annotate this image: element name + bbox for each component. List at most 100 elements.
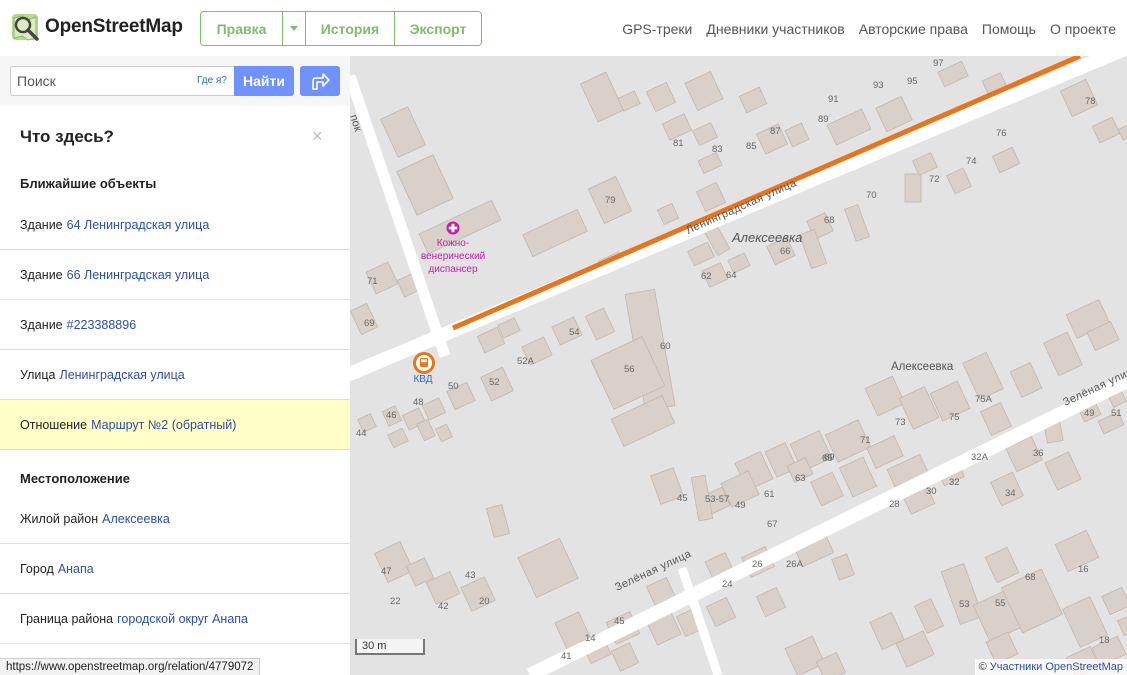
- nearby-item-link[interactable]: #223388896: [67, 318, 137, 332]
- nav-diaries[interactable]: Дневники участников: [706, 21, 844, 37]
- directions-button[interactable]: [300, 66, 340, 96]
- status-url: https://www.openstreetmap.org/relation/4…: [6, 661, 254, 673]
- attribution-link[interactable]: Участники OpenStreetMap: [990, 661, 1123, 673]
- bus-icon: [420, 358, 428, 367]
- nearby-item-link[interactable]: Ленинградская улица: [60, 368, 185, 382]
- location-item[interactable]: Граница района городской округ Анапа: [0, 594, 350, 644]
- house-number: 18: [1099, 635, 1110, 646]
- bus-stop-label: КВД: [413, 374, 432, 385]
- house-number: 30: [926, 486, 937, 497]
- house-number: 66: [780, 246, 791, 257]
- search-bar: Где я? Найти: [0, 56, 350, 106]
- house-number: 67: [767, 519, 778, 530]
- house-number: 75А: [975, 394, 993, 405]
- location-item-link[interactable]: Анапа: [58, 562, 94, 576]
- poi-name: Кожно-: [437, 238, 469, 249]
- building: [584, 307, 616, 341]
- location-item-link[interactable]: городской округ Анапа: [117, 612, 248, 626]
- nav-help[interactable]: Помощь: [982, 21, 1036, 37]
- house-number: 74: [966, 156, 977, 167]
- nearby-item-link[interactable]: Маршрут №2 (обратный): [91, 418, 236, 432]
- location-item-link[interactable]: Алексеевка: [102, 512, 170, 526]
- building: [866, 435, 904, 469]
- building: [1091, 116, 1121, 144]
- house-number: 71: [367, 276, 378, 287]
- building: [875, 95, 913, 133]
- nav-copyright[interactable]: Авторские права: [859, 21, 968, 37]
- find-button[interactable]: Найти: [234, 66, 294, 96]
- nearby-item-link[interactable]: 64 Ленинградская улица: [67, 218, 210, 232]
- scale-label: 30 m: [362, 640, 387, 652]
- house-number: 79: [605, 195, 616, 206]
- sidebar: Где я? Найти Что здесь? × Ближайшие объе…: [0, 56, 350, 675]
- buildings-layer: [350, 60, 1127, 675]
- house-number: 60: [660, 341, 671, 352]
- house-number: 95: [907, 76, 918, 87]
- building: [692, 121, 718, 147]
- nearby-item-type: Здание: [20, 267, 63, 282]
- house-number: 47: [381, 566, 392, 577]
- house-number: 93: [873, 80, 884, 91]
- location-item[interactable]: Город Анапа: [0, 544, 350, 594]
- house-number: 81: [673, 138, 684, 149]
- house-number: 64: [726, 270, 737, 281]
- building: [684, 70, 724, 112]
- house-number: 89: [818, 114, 829, 125]
- building: [864, 375, 906, 417]
- house-number: 41: [561, 651, 572, 662]
- export-button[interactable]: Экспорт: [395, 12, 481, 45]
- nav-gps-traces[interactable]: GPS-треки: [622, 21, 692, 37]
- building: [946, 167, 972, 195]
- house-number: 24: [722, 579, 733, 590]
- nearby-item-type: Здание: [20, 317, 63, 332]
- where-am-i-link[interactable]: Где я?: [197, 75, 227, 86]
- building: [687, 241, 715, 267]
- nearby-heading: Ближайшие объекты: [20, 176, 157, 191]
- edit-dropdown-button[interactable]: [283, 12, 306, 45]
- edit-history-export-group: Правка История Экспорт: [200, 11, 482, 46]
- house-number: 45: [677, 493, 688, 504]
- house-number: 78: [1085, 96, 1096, 107]
- house-number: 62: [701, 271, 712, 282]
- nearby-item[interactable]: Здание 66 Ленинградская улица: [0, 250, 350, 300]
- location-item[interactable]: Жилой район Алексеевка: [0, 494, 350, 544]
- close-icon[interactable]: ×: [312, 126, 323, 147]
- house-number: 71: [860, 435, 871, 446]
- building: [810, 471, 844, 507]
- logo[interactable]: OpenStreetMap: [10, 12, 183, 42]
- house-number: 42: [438, 601, 449, 612]
- building: [421, 397, 447, 421]
- nearby-item[interactable]: Здание 64 Ленинградская улица: [0, 200, 350, 250]
- building: [485, 503, 511, 539]
- directions-icon: [312, 73, 330, 90]
- building: [695, 181, 727, 213]
- edit-button[interactable]: Правка: [201, 12, 283, 45]
- building: [940, 563, 984, 625]
- building: [435, 423, 453, 443]
- nearby-item[interactable]: Улица Ленинградская улица: [0, 350, 350, 400]
- nav-about[interactable]: О проекте: [1050, 21, 1116, 37]
- building: [579, 71, 625, 123]
- location-item-type: Жилой район: [20, 511, 99, 526]
- building: [517, 537, 579, 599]
- building: [991, 146, 1021, 174]
- map-view[interactable]: Ленинградская улица Зелёная улица Зелёна…: [350, 56, 1127, 675]
- house-number: 46: [386, 410, 397, 421]
- house-number: 85: [746, 141, 757, 152]
- nearby-item-type: Отношение: [20, 417, 88, 432]
- building: [844, 204, 870, 242]
- house-number: 68: [1025, 572, 1036, 583]
- house-number: 32А: [971, 452, 989, 463]
- building: [1117, 123, 1127, 141]
- nearby-item-highlighted[interactable]: Отношение Маршрут №2 (обратный): [0, 400, 350, 450]
- house-number: 91: [828, 94, 839, 105]
- history-button[interactable]: История: [306, 12, 395, 45]
- bus-stop[interactable]: КВД: [413, 352, 435, 385]
- logo-text: OpenStreetMap: [45, 16, 183, 37]
- place-label: Алексеевка: [891, 361, 954, 373]
- map-canvas[interactable]: Ленинградская улица Зелёная улица Зелёна…: [350, 56, 1127, 675]
- building: [396, 154, 454, 216]
- house-number: 61: [764, 489, 775, 500]
- nearby-item[interactable]: Здание #223388896: [0, 300, 350, 350]
- nearby-item-link[interactable]: 66 Ленинградская улица: [67, 268, 210, 282]
